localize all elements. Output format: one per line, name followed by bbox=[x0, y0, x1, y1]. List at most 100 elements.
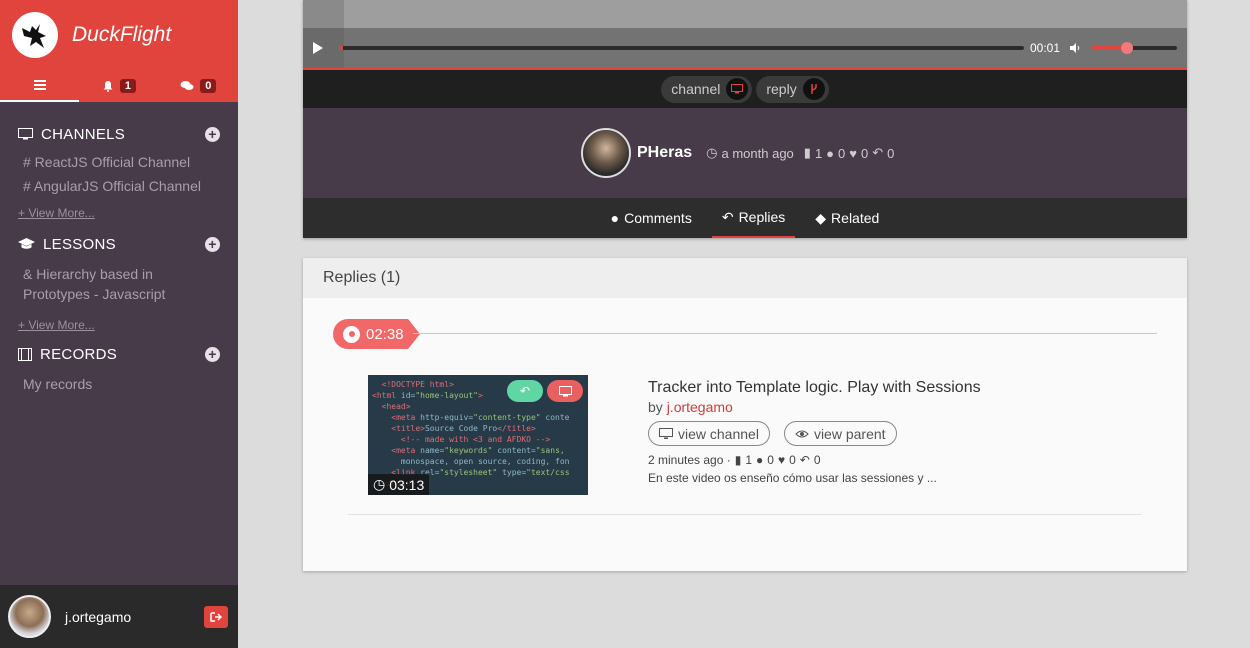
channel-item[interactable]: # AngularJS Official Channel bbox=[23, 176, 220, 196]
reply-meta: 2 minutes ago · ▮ 1 ● 0 ♥ 0 ↶ 0 bbox=[648, 453, 1168, 467]
reply-thumbnail[interactable]: <!DOCTYPE html> <html id="home-layout"> … bbox=[368, 375, 588, 495]
video-card: 00:01 channel reply PHeras ◷ a month ago… bbox=[303, 0, 1187, 238]
bell-icon bbox=[103, 81, 113, 92]
lessons-view-more-link[interactable]: + View More... bbox=[18, 318, 220, 332]
view-channel-button[interactable]: view channel bbox=[648, 421, 770, 446]
records-section: RECORDS + My records bbox=[0, 344, 238, 394]
monitor-icon bbox=[659, 427, 673, 439]
divider bbox=[348, 514, 1141, 515]
channel-chip[interactable]: channel bbox=[661, 75, 753, 103]
reply-posted: 2 minutes ago · bbox=[648, 453, 731, 467]
flag-time: 02:38 bbox=[366, 325, 404, 343]
tags-icon: ◆ bbox=[815, 209, 827, 226]
comments-icon bbox=[180, 81, 194, 90]
user-bar: j.ortegamo bbox=[0, 585, 238, 648]
code-fork-icon bbox=[802, 78, 825, 100]
channel-item[interactable]: # ReactJS Official Channel bbox=[23, 152, 220, 172]
video-controls: 00:01 bbox=[303, 28, 1187, 68]
sign-out-icon bbox=[210, 611, 222, 622]
reply-title[interactable]: Tracker into Template logic. Play with S… bbox=[648, 379, 1168, 397]
reply-comments-count: 0 bbox=[767, 453, 774, 467]
film-icon bbox=[18, 347, 32, 361]
author-meta: ◷ a month ago ▮ 1 ● 0 ♥ 0 ↶ 0 bbox=[706, 145, 894, 161]
add-channel-button[interactable]: + bbox=[205, 126, 220, 142]
reply-chip-label: reply bbox=[766, 81, 797, 97]
replies-count: 0 bbox=[887, 145, 895, 161]
heart-icon: ♥ bbox=[777, 453, 786, 467]
map-marker-icon bbox=[343, 325, 360, 343]
tab-messages[interactable]: 0 bbox=[159, 70, 238, 102]
author-row: PHeras ◷ a month ago ▮ 1 ● 0 ♥ 0 ↶ 0 bbox=[581, 128, 894, 178]
content-tabs: ● Comments ↶ Replies ◆ Related bbox=[303, 198, 1187, 238]
channel-thumb-button[interactable] bbox=[547, 380, 583, 402]
tab-notifications[interactable]: 1 bbox=[79, 70, 158, 102]
reply-thumb-button[interactable]: ↶ bbox=[507, 380, 543, 402]
reply-replies-count: 0 bbox=[813, 453, 821, 467]
author-name[interactable]: PHeras bbox=[637, 144, 692, 162]
comment-icon: ● bbox=[756, 453, 764, 467]
reply-files-count: 1 bbox=[745, 453, 753, 467]
reply-info: Tracker into Template logic. Play with S… bbox=[648, 379, 1168, 485]
by-prefix: by bbox=[648, 399, 667, 415]
duration-badge: ◷ 03:13 bbox=[368, 474, 430, 495]
tab-comments-label: Comments bbox=[624, 210, 692, 226]
duck-logo-icon[interactable] bbox=[12, 12, 58, 58]
tab-related-label: Related bbox=[831, 210, 880, 226]
tab-replies[interactable]: ↶ Replies bbox=[711, 198, 796, 238]
monitor-icon bbox=[18, 128, 33, 140]
reply-icon: ↶ bbox=[872, 145, 884, 160]
add-record-button[interactable]: + bbox=[205, 346, 220, 362]
file-icon: ▮ bbox=[734, 453, 742, 467]
duration-text: 03:13 bbox=[389, 476, 425, 493]
record-item[interactable]: My records bbox=[23, 374, 220, 394]
volume-slider[interactable] bbox=[1091, 42, 1177, 54]
timeline bbox=[413, 333, 1157, 334]
records-title: RECORDS bbox=[40, 345, 118, 363]
comments-icon: ● bbox=[610, 210, 620, 226]
volume-icon[interactable] bbox=[1070, 43, 1081, 53]
reply-author-link[interactable]: j.ortegamo bbox=[667, 399, 733, 415]
lessons-title: LESSONS bbox=[43, 235, 116, 253]
tab-related[interactable]: ◆ Related bbox=[805, 198, 889, 238]
view-parent-button[interactable]: view parent bbox=[783, 421, 897, 446]
play-icon[interactable] bbox=[313, 42, 323, 54]
monitor-icon bbox=[726, 78, 749, 100]
channels-view-more-link[interactable]: + View More... bbox=[18, 206, 220, 220]
avatar[interactable] bbox=[8, 595, 51, 638]
comments-count: 0 bbox=[838, 145, 846, 161]
view-channel-label: view channel bbox=[678, 425, 759, 442]
sidebar-tabs: 1 0 bbox=[0, 70, 238, 102]
lesson-item[interactable]: & Hierarchy based in Prototypes - Javasc… bbox=[23, 264, 178, 304]
sidebar: DuckFlight 1 0 CHANNELS + # ReactJS Offi… bbox=[0, 0, 238, 648]
user-name[interactable]: j.ortegamo bbox=[65, 609, 204, 625]
heart-icon: ♥ bbox=[849, 145, 857, 161]
tab-menu[interactable] bbox=[0, 70, 80, 102]
files-count: 1 bbox=[814, 145, 823, 161]
file-icon: ▮ bbox=[803, 145, 811, 160]
timestamp-flag[interactable]: 02:38 bbox=[333, 319, 420, 349]
channels-title: CHANNELS bbox=[41, 125, 126, 143]
reply-likes-count: 0 bbox=[789, 453, 796, 467]
lessons-section: LESSONS + & Hierarchy based in Prototype… bbox=[0, 234, 238, 332]
menu-icon bbox=[33, 80, 46, 90]
progress-bar[interactable] bbox=[339, 46, 1024, 50]
clock-icon: ◷ bbox=[373, 476, 386, 492]
logout-button[interactable] bbox=[204, 605, 228, 628]
reply-byline: by j.ortegamo bbox=[648, 399, 1168, 415]
author-avatar[interactable] bbox=[581, 128, 631, 178]
reply-icon: ↶ bbox=[799, 453, 810, 467]
likes-count: 0 bbox=[860, 145, 869, 161]
reply-chip[interactable]: reply bbox=[756, 75, 829, 103]
add-lesson-button[interactable]: + bbox=[205, 236, 220, 252]
eye-icon bbox=[795, 430, 809, 437]
tab-comments[interactable]: ● Comments bbox=[601, 198, 702, 238]
comment-icon: ● bbox=[826, 145, 835, 161]
app-name[interactable]: DuckFlight bbox=[72, 23, 171, 47]
messages-badge: 0 bbox=[200, 79, 217, 93]
posted-time: a month ago bbox=[721, 145, 794, 161]
replies-header: Replies (1) bbox=[303, 258, 1187, 298]
notifications-badge: 1 bbox=[119, 79, 137, 93]
clock-icon: ◷ bbox=[706, 145, 718, 160]
graduation-cap-icon bbox=[18, 238, 35, 249]
replies-card: Replies (1) 02:38 <!DOCTYPE html> <html … bbox=[303, 258, 1187, 571]
